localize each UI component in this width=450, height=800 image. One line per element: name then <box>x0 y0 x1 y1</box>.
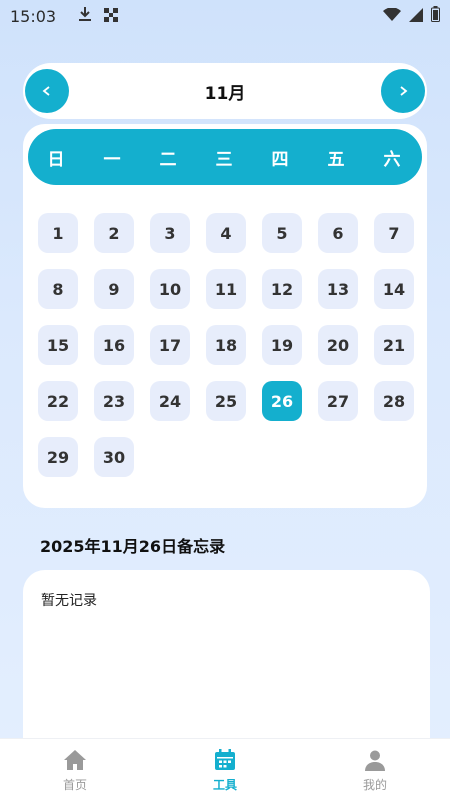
download-icon <box>78 6 92 26</box>
day-grid: 1 2 3 4 5 6 7 8 9 10 11 12 13 14 15 16 17 18 19 20 21 22 23 24 2… <box>23 124 427 508</box>
wifi-icon <box>383 6 401 26</box>
nav-profile-label: 我的 <box>362 778 387 792</box>
status-time: 15:03 <box>10 6 57 26</box>
day-cell[interactable]: 17 <box>150 325 190 365</box>
chevron-left-icon <box>42 86 50 96</box>
nav-profile[interactable]: 我的 <box>300 739 450 800</box>
day-cell[interactable]: 27 <box>318 381 358 421</box>
qr-scan-icon <box>104 7 119 26</box>
calendar-card: 日 一 二 三 四 五 六 1 2 3 4 5 6 7 8 9 10 11 12 13 14 15 16 17 1… <box>23 124 427 508</box>
day-cell[interactable]: 9 <box>94 269 134 309</box>
calendar-icon <box>215 749 235 770</box>
user-icon <box>365 750 385 771</box>
day-cell[interactable]: 11 <box>206 269 246 309</box>
day-cell[interactable]: 18 <box>206 325 246 365</box>
prev-month-button[interactable] <box>25 69 69 113</box>
day-cell[interactable]: 15 <box>38 325 78 365</box>
battery-icon <box>431 6 440 26</box>
day-cell[interactable]: 7 <box>374 213 414 253</box>
bottom-nav: 首页 工具 我的 <box>0 738 450 800</box>
day-cell[interactable]: 12 <box>262 269 302 309</box>
chevron-right-icon <box>400 86 408 96</box>
day-cell[interactable]: 5 <box>262 213 302 253</box>
day-cell[interactable]: 13 <box>318 269 358 309</box>
day-cell[interactable]: 26 <box>262 381 302 421</box>
next-month-button[interactable] <box>381 69 425 113</box>
day-cell[interactable]: 25 <box>206 381 246 421</box>
memo-title: 2025年11月26日备忘录 <box>40 537 226 556</box>
day-cell[interactable]: 23 <box>94 381 134 421</box>
day-cell[interactable]: 22 <box>38 381 78 421</box>
home-icon <box>64 750 86 770</box>
day-cell[interactable]: 20 <box>318 325 358 365</box>
day-cell[interactable]: 2 <box>94 213 134 253</box>
day-cell[interactable]: 1 <box>38 213 78 253</box>
day-cell[interactable]: 6 <box>318 213 358 253</box>
day-cell[interactable]: 3 <box>150 213 190 253</box>
memo-empty-text: 暂无记录 <box>41 593 97 609</box>
day-cell[interactable]: 21 <box>374 325 414 365</box>
day-cell[interactable]: 24 <box>150 381 190 421</box>
nav-home[interactable]: 首页 <box>0 739 150 800</box>
day-cell[interactable]: 30 <box>94 437 134 477</box>
day-cell[interactable]: 29 <box>38 437 78 477</box>
month-header: 11月 <box>23 63 427 119</box>
month-title: 11月 <box>204 83 246 104</box>
day-cell[interactable]: 4 <box>206 213 246 253</box>
day-cell[interactable]: 28 <box>374 381 414 421</box>
nav-tools[interactable]: 工具 <box>150 739 300 800</box>
day-cell[interactable]: 10 <box>150 269 190 309</box>
signal-icon <box>409 7 423 26</box>
nav-home-label: 首页 <box>62 778 87 792</box>
day-cell[interactable]: 16 <box>94 325 134 365</box>
nav-tools-label: 工具 <box>212 778 237 792</box>
day-cell[interactable]: 19 <box>262 325 302 365</box>
day-cell[interactable]: 14 <box>374 269 414 309</box>
day-cell[interactable]: 8 <box>38 269 78 309</box>
status-bar: 15:03 <box>0 0 450 32</box>
